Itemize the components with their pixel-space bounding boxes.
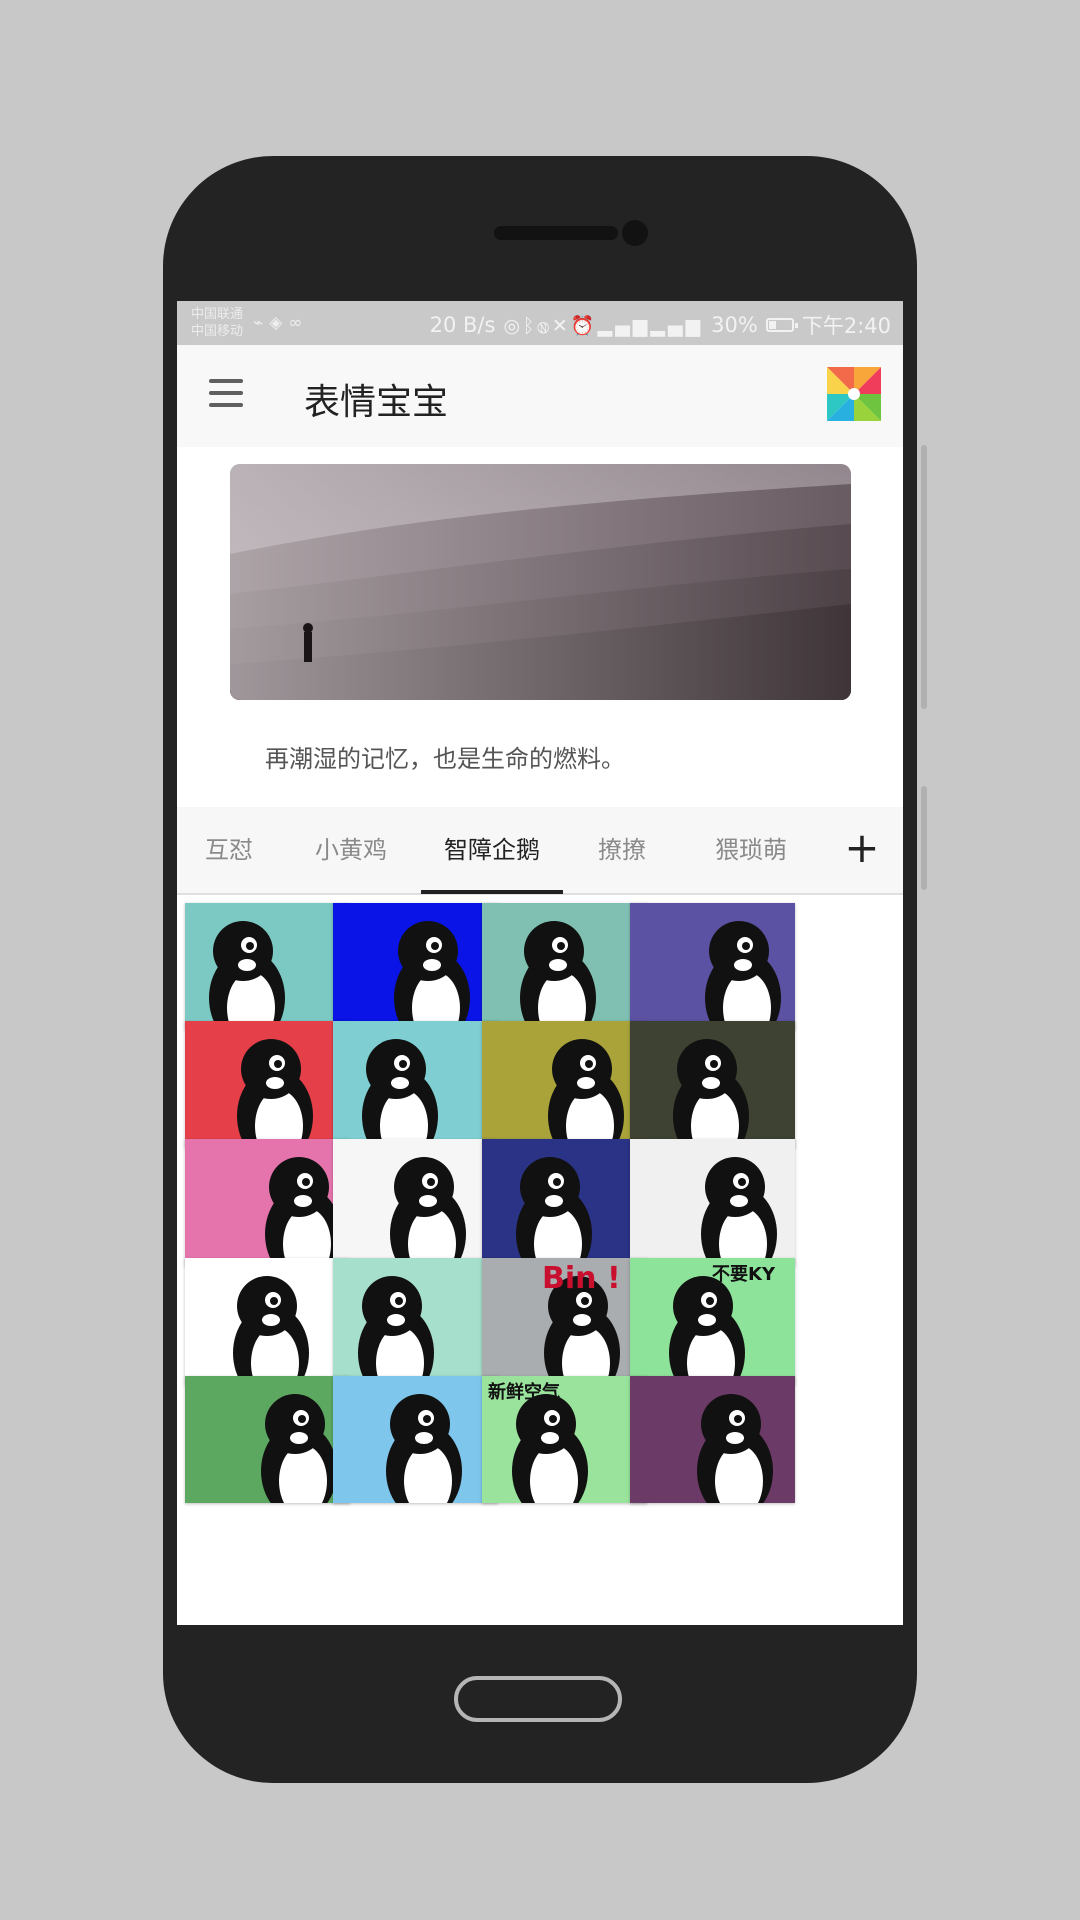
sync-icon: ∞ [288,313,309,333]
usb-icon: ⌁ [253,313,270,333]
sticker-item[interactable] [630,1021,795,1148]
penguin-sticker-image [697,1394,773,1503]
penguin-sticker-image [237,1039,313,1148]
penguin-sticker-image: Bin ! [542,1261,621,1385]
penguin-sticker-image [358,1276,434,1385]
volume-button [921,445,927,709]
carrier-1: 中国联通 [191,307,244,322]
clock: 下午2:40 [801,314,891,338]
nfc-icon: Ⓝ [537,314,552,337]
status-right: 20 B/s ◎ᛒⓃ✕⏰▂▄▆▂▄▆ 30% 下午2:40 [430,310,891,340]
penguin-sticker-image [386,1394,462,1503]
status-bar: 中国联通 中国移动 ⌁◈∞ 20 B/s ◎ᛒⓃ✕⏰▂▄▆▂▄▆ 30% 下午2… [177,301,903,345]
penguin-sticker-image [548,1039,624,1148]
signal-2g-icon: ▂▄▆ [650,314,704,337]
sticker-item[interactable] [333,1021,498,1148]
banner-quote: 再潮湿的记忆，也是生命的燃料。 [265,745,625,773]
carrier-info: 中国联通 中国移动 [191,306,243,340]
penguin-sticker-image [394,921,470,1030]
penguin-sticker-image [516,1157,592,1266]
tab-zhizhang-qie[interactable]: 智障企鹅 [421,807,563,893]
penguin-sticker-image: 新鲜空气 [488,1381,588,1503]
sticker-item[interactable] [630,1139,795,1266]
sticker-item[interactable]: 新鲜空气 [482,1376,647,1503]
power-button [921,786,927,890]
tab-xiaohuangji[interactable]: 小黄鸡 [281,807,421,893]
signal-4g-icon: ▂▄▆ [597,314,651,337]
sticker-item[interactable] [333,903,498,1030]
active-tab-indicator [421,890,563,894]
status-icons: ◎ᛒⓃ✕⏰▂▄▆▂▄▆ [503,314,703,337]
sticker-item[interactable] [630,1376,795,1503]
sticker-item[interactable] [482,1139,647,1266]
foggy-mountain-image [230,464,851,700]
banner-image[interactable] [230,464,851,700]
mute-icon: ✕ [551,314,571,337]
battery-level [768,321,776,329]
net-speed: 20 B/s [429,313,496,337]
penguin-sticker-image [520,921,596,1030]
app-bar: 表情宝宝 [177,345,903,447]
penguin-sticker-image [673,1039,749,1148]
sticker-item[interactable] [185,903,350,1030]
sticker-item[interactable] [333,1139,498,1266]
sticker-caption: 不要KY [712,1264,776,1285]
pinwheel-icon[interactable] [827,367,881,421]
battery-icon [765,318,798,332]
hotspot-icon: ◎ [503,314,524,337]
sticker-item[interactable] [185,1139,350,1266]
sticker-caption: 新鲜空气 [488,1381,560,1403]
vpn-icon: ◈ [269,313,289,333]
penguin-sticker-image [390,1157,466,1266]
app-screen: 中国联通 中国移动 ⌁◈∞ 20 B/s ◎ᛒⓃ✕⏰▂▄▆▂▄▆ 30% 下午2… [177,301,903,1625]
add-tab-button[interactable]: + [837,823,887,873]
sticker-item[interactable]: Bin ! [482,1258,647,1385]
sticker-caption: Bin ! [542,1261,621,1296]
tab-huhui[interactable]: 互怼 [177,807,281,893]
penguin-sticker-image [261,1394,337,1503]
sticker-item[interactable] [482,1021,647,1148]
hamburger-menu-icon[interactable] [209,379,243,407]
tab-liaoliao[interactable]: 撩撩 [563,807,681,893]
status-left-icons: ⌁◈∞ [253,313,309,333]
sticker-item[interactable] [630,903,795,1030]
sticker-item[interactable] [333,1258,498,1385]
bluetooth-icon: ᛒ [523,314,538,337]
penguin-sticker-image [701,1157,777,1266]
app-title: 表情宝宝 [304,382,449,423]
tab-weisuomeng[interactable]: 猥琐萌 [681,807,821,893]
sticker-item[interactable] [185,1376,350,1503]
phone-speaker [494,226,618,240]
sticker-item[interactable] [333,1376,498,1503]
category-tabs: 互怼 小黄鸡 智障企鹅 撩撩 猥琐萌 + [177,807,903,895]
sticker-item[interactable] [482,903,647,1030]
penguin-sticker-image [209,921,285,1030]
alarm-icon: ⏰ [570,314,598,337]
penguin-sticker-image [705,921,781,1030]
sticker-item[interactable]: 不要KY [630,1258,795,1385]
penguin-sticker-image [362,1039,438,1148]
sticker-item[interactable] [185,1258,350,1385]
home-button[interactable] [454,1676,622,1722]
sticker-item[interactable] [185,1021,350,1148]
battery-percent: 30% [711,313,758,337]
penguin-sticker-image [265,1157,341,1266]
carrier-2: 中国移动 [191,324,244,339]
penguin-sticker-image: 不要KY [669,1264,776,1385]
penguin-sticker-image [233,1276,309,1385]
phone-camera [622,220,648,246]
